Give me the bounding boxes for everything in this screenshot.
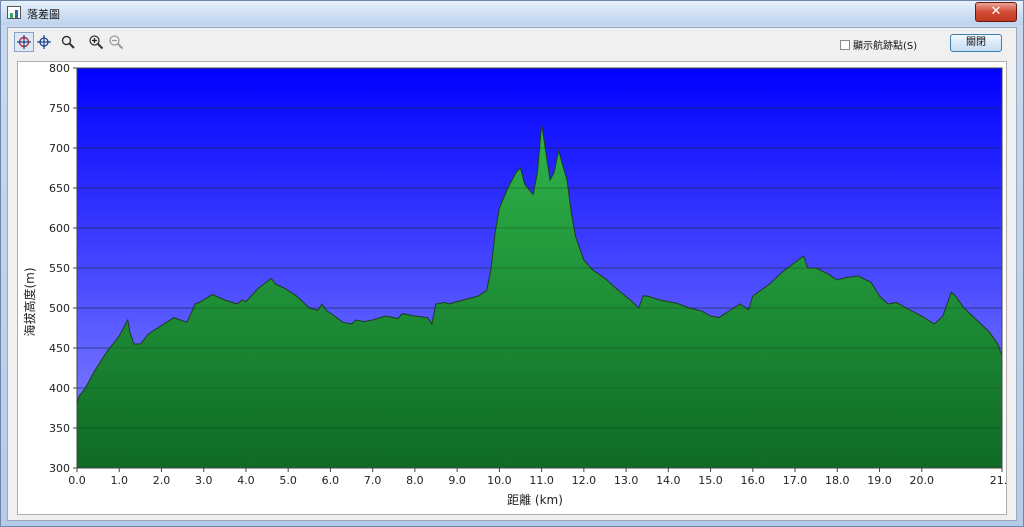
zoom-out-icon: [109, 35, 124, 50]
crosshair-select-tool[interactable]: [14, 32, 34, 52]
y-tick-label: 300: [49, 462, 70, 475]
x-tick-label: 11.0: [529, 474, 554, 487]
title-bar[interactable]: 落差圖 ✕: [1, 1, 1023, 25]
x-tick-label: 10.0: [487, 474, 512, 487]
x-tick-label: 9.0: [448, 474, 466, 487]
show-track-points-label: 顯示航跡點(S): [853, 41, 918, 52]
magnify-lasso-icon: [61, 35, 75, 49]
chart-panel: 300 350 400 450 500 550 600 650 700 750 800 0.0 1.0…: [17, 61, 1008, 515]
x-tick-label: 21.9: [990, 474, 1008, 487]
crosshair-move-icon: [37, 35, 51, 49]
elevation-profile-window: 落差圖 ✕ 顯示航跡點(S) 關閉 300 350 400 450 500 55…: [0, 0, 1024, 527]
y-tick-label: 800: [49, 62, 70, 75]
window-close-button[interactable]: ✕: [975, 2, 1017, 22]
y-tick-label: 450: [49, 342, 70, 355]
crosshair-select-icon: [17, 35, 31, 49]
x-tick-label: 12.0: [572, 474, 597, 487]
show-track-points-checkbox[interactable]: [840, 39, 850, 50]
close-button[interactable]: 關閉: [950, 34, 1002, 52]
y-tick-label: 750: [49, 102, 70, 115]
y-tick-label: 600: [49, 222, 70, 235]
x-tick-label: 7.0: [364, 474, 382, 487]
x-tick-label: 16.0: [741, 474, 766, 487]
x-tick-label: 18.0: [825, 474, 850, 487]
y-tick-label: 550: [49, 262, 70, 275]
y-tick-label: 400: [49, 382, 70, 395]
x-tick-label: 3.0: [195, 474, 213, 487]
zoom-in-icon: [89, 35, 104, 50]
x-tick-label: 19.0: [867, 474, 892, 487]
x-tick-label: 5.0: [279, 474, 297, 487]
x-tick-label: 20.0: [909, 474, 934, 487]
x-tick-label: 15.0: [698, 474, 723, 487]
magnify-lasso-tool[interactable]: [58, 32, 78, 52]
x-tick-label: 0.0: [68, 474, 86, 487]
chart-app-icon: [7, 6, 21, 19]
show-track-points-option[interactable]: 顯示航跡點(S): [840, 37, 917, 52]
x-tick-label: 13.0: [614, 474, 639, 487]
x-tick-label: 14.0: [656, 474, 681, 487]
y-axis-label: 海拔高度(m): [22, 267, 37, 336]
x-tick-label: 8.0: [406, 474, 424, 487]
crosshair-move-tool[interactable]: [34, 32, 54, 52]
x-tick-label: 17.0: [783, 474, 808, 487]
y-tick-label: 350: [49, 422, 70, 435]
elevation-chart: 300 350 400 450 500 550 600 650 700 750 800 0.0 1.0…: [22, 62, 1008, 507]
y-tick-label: 500: [49, 302, 70, 315]
x-tick-label: 4.0: [237, 474, 255, 487]
zoom-out-tool[interactable]: [106, 32, 126, 52]
x-tick-label: 1.0: [110, 474, 128, 487]
y-tick-label: 650: [49, 182, 70, 195]
zoom-in-tool[interactable]: [86, 32, 106, 52]
window-title: 落差圖: [27, 8, 60, 21]
x-tick-label: 2.0: [153, 474, 171, 487]
x-axis-label: 距離 (km): [507, 493, 563, 507]
client-area: 顯示航跡點(S) 關閉 300 350 400 450 500 550 600 …: [7, 27, 1017, 521]
x-tick-label: 6.0: [322, 474, 340, 487]
y-tick-label: 700: [49, 142, 70, 155]
